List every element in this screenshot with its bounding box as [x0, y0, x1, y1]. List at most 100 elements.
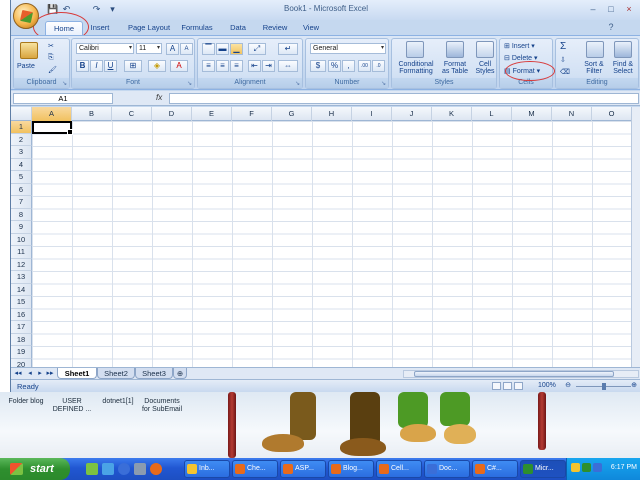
tray-icon[interactable]: [582, 463, 591, 472]
sort-filter-button[interactable]: Sort & Filter: [580, 61, 608, 75]
row-header-2[interactable]: 2: [11, 133, 32, 146]
column-header-a[interactable]: A: [32, 107, 72, 121]
format-cells-button[interactable]: ▤ Format ▾: [504, 67, 540, 75]
zoom-slider[interactable]: [576, 383, 631, 390]
taskbar-task-button[interactable]: Blog...: [328, 460, 374, 478]
conditional-formatting-button[interactable]: Conditional Formatting: [396, 61, 436, 75]
column-header-d[interactable]: D: [152, 107, 192, 121]
active-cell[interactable]: [32, 121, 73, 135]
zoom-level[interactable]: 100%: [538, 382, 556, 389]
font-name-select[interactable]: Calibri ▾: [76, 43, 134, 54]
taskbar-task-button[interactable]: Micr...: [520, 460, 566, 478]
dialog-launcher-icon[interactable]: ↘: [295, 80, 300, 87]
insert-function-icon[interactable]: fx: [156, 93, 162, 102]
fill-icon[interactable]: ⇩: [560, 56, 566, 64]
wrap-text-icon[interactable]: ↵: [278, 43, 298, 55]
tab-home[interactable]: Home: [45, 21, 83, 35]
help-icon[interactable]: ?: [603, 20, 619, 34]
quicklaunch-firefox-icon[interactable]: [150, 463, 162, 475]
dialog-launcher-icon[interactable]: ↘: [62, 80, 67, 87]
font-size-select[interactable]: 11 ▾: [136, 43, 162, 54]
conditional-formatting-icon[interactable]: [406, 41, 424, 58]
scroll-thumb[interactable]: [414, 371, 614, 377]
quicklaunch-ie-icon[interactable]: [118, 463, 130, 475]
row-header-8[interactable]: 8: [11, 208, 32, 221]
find-select-icon[interactable]: [614, 41, 632, 58]
last-sheet-button[interactable]: ▸▸: [45, 369, 55, 379]
align-center-icon[interactable]: ≡: [216, 60, 229, 72]
fill-color-icon[interactable]: ◈: [148, 60, 166, 72]
column-header-j[interactable]: J: [392, 107, 432, 121]
decrease-decimal-button[interactable]: .0: [372, 60, 385, 72]
start-button[interactable]: start: [0, 458, 70, 480]
paste-button[interactable]: Paste: [17, 63, 35, 70]
office-button[interactable]: [13, 3, 39, 29]
taskbar-task-button[interactable]: C#...: [472, 460, 518, 478]
row-header-11[interactable]: 11: [11, 246, 32, 259]
grow-font-button[interactable]: A: [166, 43, 179, 55]
close-button[interactable]: ×: [621, 2, 637, 16]
desktop-icon-dotnet[interactable]: dotnet1[1]: [96, 398, 140, 406]
format-painter-icon[interactable]: 🖌: [48, 66, 57, 74]
decrease-indent-icon[interactable]: ⇤: [248, 60, 261, 72]
increase-decimal-button[interactable]: .00: [358, 60, 371, 72]
row-header-4[interactable]: 4: [11, 158, 32, 171]
row-header-19[interactable]: 19: [11, 346, 32, 359]
cell-area[interactable]: [32, 121, 640, 367]
zoom-out-icon[interactable]: ⊖: [563, 381, 573, 391]
desktop-icon-user-defined[interactable]: USER DEFINED ...: [50, 398, 94, 414]
dialog-launcher-icon[interactable]: ↘: [187, 80, 192, 87]
currency-button[interactable]: $: [310, 60, 326, 72]
tab-review[interactable]: Review: [259, 21, 291, 35]
sheet-tab-sheet3[interactable]: Sheet3: [135, 368, 173, 379]
tab-view[interactable]: View: [297, 21, 325, 35]
column-header-g[interactable]: G: [272, 107, 312, 121]
column-header-e[interactable]: E: [192, 107, 232, 121]
normal-view-icon[interactable]: [492, 382, 501, 390]
align-right-icon[interactable]: ≡: [230, 60, 243, 72]
tab-page-layout[interactable]: Page Layout: [119, 21, 179, 35]
tab-data[interactable]: Data: [223, 21, 253, 35]
column-header-k[interactable]: K: [432, 107, 472, 121]
column-header-c[interactable]: C: [112, 107, 152, 121]
italic-button[interactable]: I: [90, 60, 103, 72]
page-break-view-icon[interactable]: [514, 382, 523, 390]
row-header-14[interactable]: 14: [11, 283, 32, 296]
taskbar-task-button[interactable]: Cell...: [376, 460, 422, 478]
insert-sheet-icon[interactable]: ⊕: [173, 368, 187, 379]
horizontal-scrollbar[interactable]: [403, 370, 639, 378]
column-header-l[interactable]: L: [472, 107, 512, 121]
column-header-o[interactable]: O: [592, 107, 632, 121]
dialog-launcher-icon[interactable]: ↘: [381, 80, 386, 87]
page-layout-view-icon[interactable]: [503, 382, 512, 390]
quicklaunch-media-icon[interactable]: [86, 463, 98, 475]
zoom-in-icon[interactable]: ⊕: [629, 381, 639, 391]
underline-button[interactable]: U: [104, 60, 117, 72]
row-header-7[interactable]: 7: [11, 196, 32, 209]
prev-sheet-button[interactable]: ◂: [25, 369, 35, 379]
copy-icon[interactable]: ⎘: [48, 54, 54, 62]
column-header-h[interactable]: H: [312, 107, 352, 121]
row-header-20[interactable]: 20: [11, 358, 32, 367]
tab-insert[interactable]: Insert: [85, 21, 115, 35]
row-header-16[interactable]: 16: [11, 308, 32, 321]
name-box[interactable]: A1: [13, 93, 113, 104]
zoom-slider-knob[interactable]: [602, 383, 606, 390]
row-header-17[interactable]: 17: [11, 321, 32, 334]
sort-filter-icon[interactable]: [586, 41, 604, 58]
row-header-1[interactable]: 1: [11, 121, 32, 134]
row-header-6[interactable]: 6: [11, 183, 32, 196]
taskbar-task-button[interactable]: Che...: [232, 460, 278, 478]
desktop-icon-documents[interactable]: Documents for SubEmail: [140, 398, 184, 414]
merge-center-icon[interactable]: ⇔: [278, 60, 298, 72]
delete-cells-button[interactable]: ⊟ Delete ▾: [504, 54, 538, 62]
taskbar-task-button[interactable]: ASP...: [280, 460, 326, 478]
cell-styles-icon[interactable]: [476, 41, 494, 58]
row-header-3[interactable]: 3: [11, 146, 32, 159]
autosum-button[interactable]: Σ: [560, 41, 566, 52]
borders-icon[interactable]: ⊞: [124, 60, 142, 72]
column-header-f[interactable]: F: [232, 107, 272, 121]
row-header-13[interactable]: 13: [11, 271, 32, 284]
shrink-font-button[interactable]: A: [180, 43, 193, 55]
bold-button[interactable]: B: [76, 60, 89, 72]
